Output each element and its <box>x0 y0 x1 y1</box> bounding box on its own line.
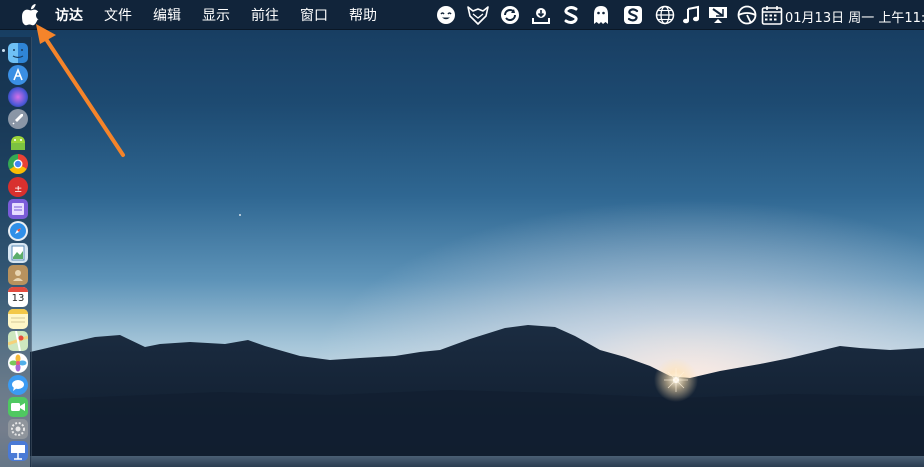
screen-mirroring-icon[interactable] <box>707 5 727 25</box>
mountain-silhouette <box>30 325 924 467</box>
preview-icon[interactable] <box>8 243 28 263</box>
photos-icon[interactable] <box>8 353 28 373</box>
ghost-icon[interactable] <box>591 5 611 25</box>
apple-menu-button[interactable] <box>22 4 40 26</box>
svg-text:±: ± <box>14 184 22 195</box>
menu-window[interactable]: 窗口 <box>300 5 328 25</box>
menu-edit[interactable]: 编辑 <box>153 5 181 25</box>
launchpad-rocket-icon[interactable] <box>8 109 28 129</box>
notes-app-icon[interactable] <box>8 309 28 329</box>
music-note-icon[interactable] <box>681 5 701 25</box>
s-letter-icon[interactable] <box>561 5 581 25</box>
ruby-mine-icon[interactable]: ± <box>8 177 28 197</box>
menu-finder[interactable]: 访达 <box>55 5 83 25</box>
finder-icon[interactable] <box>8 43 28 63</box>
calendar-icon[interactable] <box>761 5 783 25</box>
contacts-icon[interactable] <box>8 265 28 285</box>
notes-purple-icon[interactable] <box>8 199 28 219</box>
menu-help[interactable]: 帮助 <box>349 5 377 25</box>
status-bar: 01月13日 周一 上午11:3 <box>432 0 924 30</box>
keynote-icon[interactable] <box>8 441 28 461</box>
calendar-app-icon[interactable]: 13 <box>8 287 28 307</box>
chrome-icon[interactable] <box>8 154 28 174</box>
menu-view[interactable]: 显示 <box>202 5 230 25</box>
download-tray-icon[interactable] <box>531 5 551 25</box>
messages-icon[interactable] <box>8 375 28 395</box>
menu-list: 访达 文件 编辑 显示 前往 窗口 帮助 <box>55 0 398 30</box>
system-preferences-icon[interactable] <box>8 419 28 439</box>
dock: ± 13 <box>0 37 32 467</box>
apple-logo-icon <box>22 4 39 26</box>
menu-file[interactable]: 文件 <box>104 5 132 25</box>
siri-icon[interactable] <box>8 87 28 107</box>
android-icon[interactable] <box>8 132 28 152</box>
fox-head-icon[interactable] <box>467 5 489 25</box>
steering-wheel-icon[interactable] <box>737 5 757 25</box>
running-indicator <box>2 49 5 52</box>
facetime-icon[interactable] <box>8 397 28 417</box>
menu-bar: 访达 文件 编辑 显示 前往 窗口 帮助 01月13日 周一 上午11:3 <box>0 0 924 30</box>
calendar-app-date: 13 <box>11 293 25 304</box>
desktop-wallpaper <box>0 0 924 467</box>
safari-icon[interactable] <box>8 221 28 241</box>
globe-icon[interactable] <box>655 5 675 25</box>
app-store-icon[interactable] <box>8 65 28 85</box>
refresh-circle-icon[interactable] <box>500 5 520 25</box>
menu-bar-clock[interactable]: 01月13日 周一 上午11:3 <box>785 7 924 26</box>
smiley-face-icon[interactable] <box>436 5 456 25</box>
s-box-icon[interactable] <box>623 5 643 25</box>
menu-go[interactable]: 前往 <box>251 5 279 25</box>
maps-icon[interactable] <box>8 331 28 351</box>
